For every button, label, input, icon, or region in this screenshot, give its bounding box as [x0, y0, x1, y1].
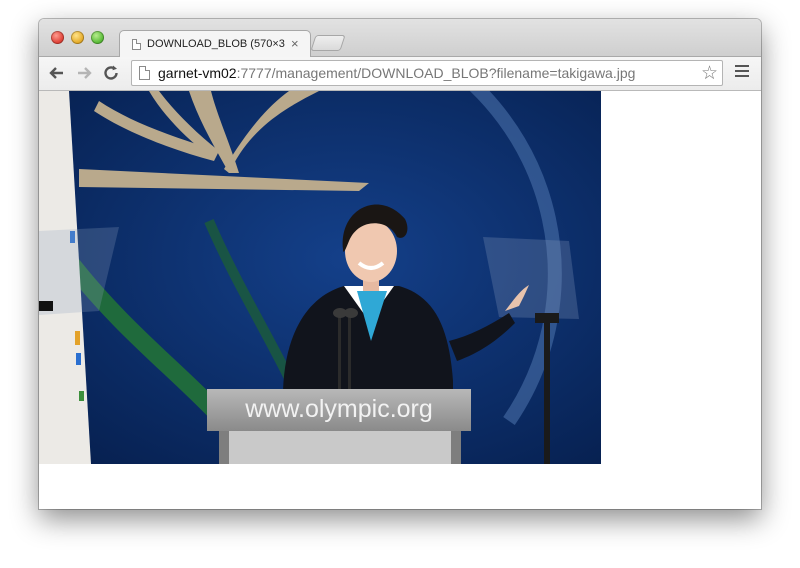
reload-icon[interactable] [100, 62, 122, 84]
page-icon [132, 39, 141, 50]
url-text[interactable]: garnet-vm02:7777/management/DOWNLOAD_BLO… [158, 65, 635, 81]
hamburger-menu-icon[interactable] [735, 65, 749, 80]
close-window-button[interactable] [51, 31, 64, 44]
podium-text: www.olympic.org [244, 395, 433, 423]
new-tab-button[interactable] [310, 35, 346, 51]
page-icon [139, 66, 150, 80]
url-host: garnet-vm02 [158, 65, 237, 81]
tab-close-icon[interactable]: × [291, 36, 299, 51]
address-bar[interactable]: garnet-vm02:7777/management/DOWNLOAD_BLO… [131, 60, 723, 86]
page-content: www.olympic.org [39, 91, 761, 509]
tab-title: DOWNLOAD_BLOB (570×3 [147, 38, 285, 50]
back-arrow-icon[interactable] [46, 62, 68, 84]
browser-window: DOWNLOAD_BLOB (570×3 × garnet-vm02:7777/… [39, 19, 761, 509]
tab-download-blob[interactable]: DOWNLOAD_BLOB (570×3 × [119, 30, 311, 58]
tab-strip: DOWNLOAD_BLOB (570×3 × [39, 19, 761, 58]
url-path: :7777/management/DOWNLOAD_BLOB?filename=… [236, 65, 636, 81]
minimize-window-button[interactable] [71, 31, 84, 44]
forward-arrow-icon[interactable] [73, 62, 95, 84]
podium-photo: www.olympic.org [39, 91, 601, 464]
bookmark-star-icon[interactable]: ☆ [701, 62, 718, 85]
toolbar: garnet-vm02:7777/management/DOWNLOAD_BLO… [39, 57, 761, 91]
zoom-window-button[interactable] [91, 31, 104, 44]
